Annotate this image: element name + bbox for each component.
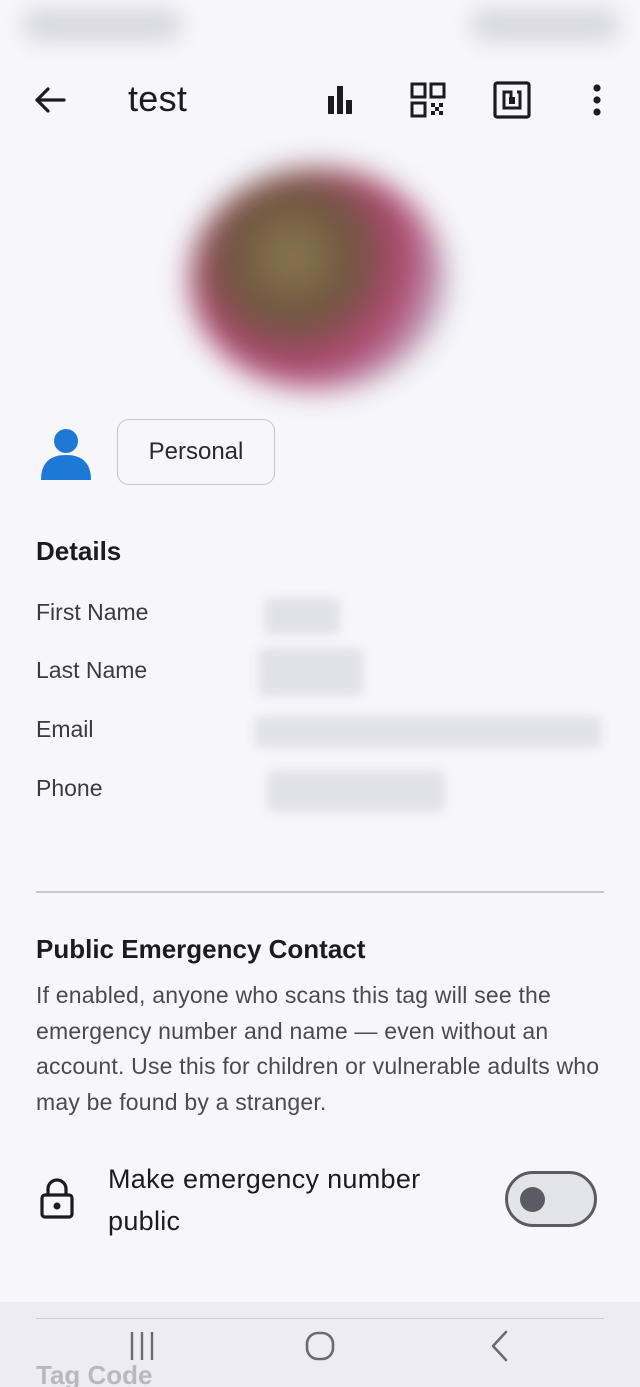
emergency-heading: Public Emergency Contact: [36, 934, 366, 964]
last-name-label: Last Name: [36, 657, 148, 683]
toggle-knob: [520, 1187, 545, 1212]
divider: [36, 1318, 604, 1319]
nfc-tag-icon[interactable]: [492, 80, 532, 120]
first-name-label: First Name: [36, 599, 149, 625]
divider: [36, 891, 604, 893]
status-time-blurred: [22, 8, 182, 42]
more-vert-icon[interactable]: [577, 80, 617, 120]
emergency-public-toggle[interactable]: [505, 1171, 597, 1227]
email-value-blurred: [255, 716, 601, 748]
last-name-value-blurred: [258, 648, 363, 696]
bar-chart-icon[interactable]: [320, 80, 360, 120]
home-icon[interactable]: [298, 1324, 342, 1368]
person-icon: [38, 425, 94, 481]
phone-label: Phone: [36, 775, 103, 801]
profile-photo[interactable]: [190, 168, 446, 390]
first-name-value-blurred: [264, 598, 340, 634]
qr-code-icon[interactable]: [408, 80, 448, 120]
back-icon[interactable]: [478, 1324, 522, 1368]
phone-value-blurred: [267, 770, 445, 812]
status-bar: [0, 0, 640, 50]
details-heading: Details: [36, 536, 122, 566]
email-label: Email: [36, 716, 94, 742]
bottom-nav-area: Tag Code: [0, 1302, 640, 1387]
lock-icon: [38, 1178, 76, 1220]
page-title: test: [128, 78, 188, 119]
emergency-description: If enabled, anyone who scans this tag wi…: [36, 982, 600, 1115]
arrow-left-icon[interactable]: [30, 80, 70, 120]
app-bar: test: [0, 60, 640, 140]
category-chip[interactable]: Personal: [117, 419, 275, 485]
recent-apps-icon[interactable]: [120, 1324, 164, 1368]
toggle-label: Make emergency number public: [108, 1164, 421, 1236]
status-icons-blurred: [470, 8, 620, 42]
